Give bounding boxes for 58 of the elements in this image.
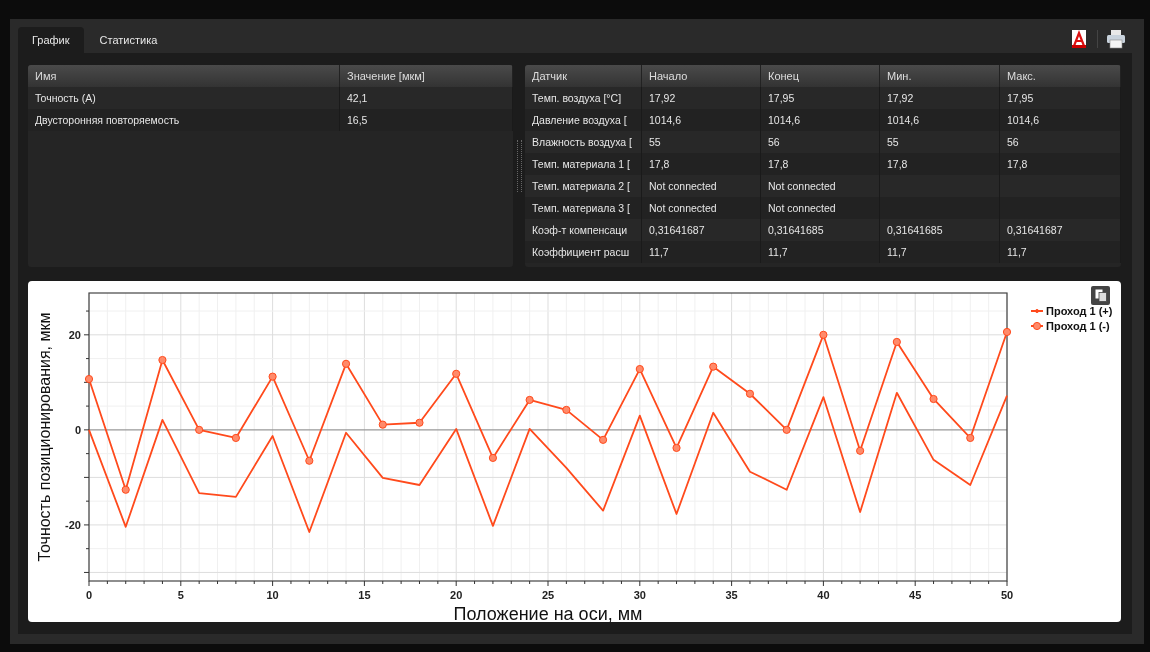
point [378,420,387,429]
point [488,453,498,463]
tick-label: 30 [633,589,646,601]
tab[interactable]: График [18,27,84,53]
tick-label: 10 [266,589,279,601]
point [819,330,828,339]
pdf-icon[interactable] [1069,29,1089,49]
point [84,374,94,384]
point [745,389,755,398]
point [782,425,791,434]
axis-title: Точность позиционирования, мкм [36,312,53,562]
column-header[interactable]: Имя [28,65,340,87]
tick-label: 15 [358,589,371,601]
copy-icon [1094,289,1107,302]
column-header[interactable]: Макс. [1000,65,1121,87]
point [672,443,681,453]
point [305,456,314,465]
point [525,395,534,405]
tick-label: 50 [1000,589,1014,601]
tab[interactable]: Статистика [85,27,172,53]
copy-button[interactable] [1091,286,1110,305]
point [341,359,351,368]
column-header[interactable]: Датчик [525,65,642,87]
printer-icon[interactable] [1106,29,1126,49]
point [892,337,901,347]
point [231,433,240,443]
tick-label: 20 [68,328,81,341]
splitter-handle[interactable] [516,140,522,192]
point [195,425,204,434]
point [121,485,130,494]
column-header[interactable]: Значение [мкм] [340,65,513,87]
point [415,418,424,427]
point [966,433,975,443]
tick-label: 0 [74,423,81,436]
point [562,405,571,415]
tick-label: 0 [85,589,93,601]
axis-title: Положение на оси, мм [453,604,643,622]
column-header[interactable]: Начало [642,65,761,87]
legend-label: Проход 1 (+) [1046,305,1113,317]
tick-label: -20 [65,518,81,531]
legend-label: Проход 1 (-) [1046,320,1110,332]
point [452,369,461,378]
tick-label: 5 [177,589,184,601]
point [598,435,608,444]
point [856,446,865,455]
tick-label: 25 [541,589,555,601]
point [635,364,644,374]
tick-label: 40 [817,589,830,601]
tick-label: 20 [450,589,463,601]
point [158,355,167,365]
tick-label: 35 [725,589,738,601]
column-header[interactable]: Мин. [880,65,1000,87]
point [929,394,938,404]
point [709,362,718,371]
column-header[interactable]: Конец [761,65,880,87]
point [1002,327,1012,337]
point [268,372,277,381]
tick-label: 45 [909,589,922,601]
